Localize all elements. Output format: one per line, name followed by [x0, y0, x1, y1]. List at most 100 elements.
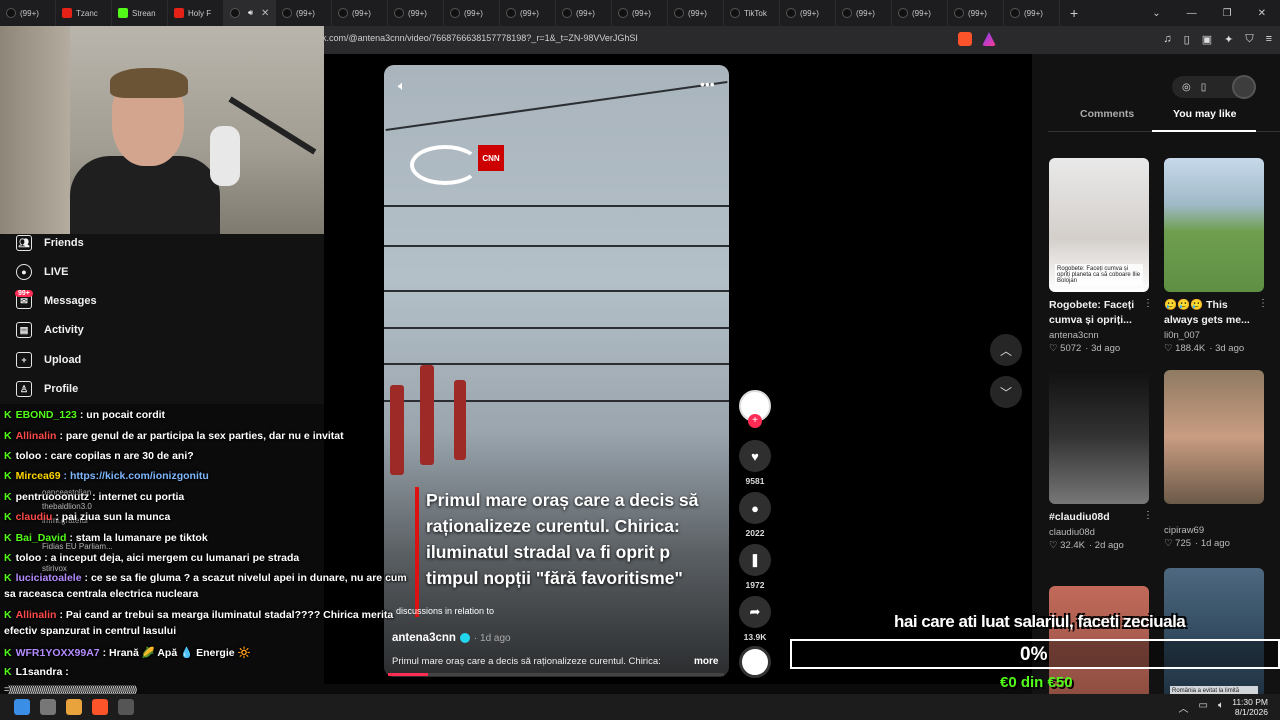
- music-disc-icon[interactable]: [739, 646, 771, 678]
- card-author[interactable]: antena3cnn: [1049, 330, 1149, 341]
- brave-browser-icon[interactable]: [92, 699, 108, 715]
- tab-you-may-like[interactable]: You may like: [1173, 108, 1236, 120]
- browser-tab[interactable]: (99+): [1004, 0, 1060, 26]
- chat-username[interactable]: toloo: [16, 450, 42, 462]
- chat-username[interactable]: luciciatoalele: [16, 572, 82, 584]
- chat-username[interactable]: Allinalin: [16, 609, 57, 621]
- card-menu-icon[interactable]: ⋮: [1258, 298, 1268, 309]
- tab-comments[interactable]: Comments: [1080, 108, 1134, 120]
- video-progress-bar[interactable]: [388, 673, 724, 676]
- tab-search-icon[interactable]: ⌄: [1152, 8, 1160, 19]
- media-icon[interactable]: ♫: [1163, 33, 1171, 46]
- new-tab-button[interactable]: +: [1060, 5, 1088, 21]
- more-options-icon[interactable]: •••: [700, 76, 715, 92]
- leo-ai-icon[interactable]: ✦: [1224, 33, 1233, 46]
- browser-tab[interactable]: (99+): [500, 0, 556, 26]
- chat-username[interactable]: EBOND_123: [16, 409, 77, 421]
- chat-username[interactable]: WFR1YOXX99A7: [16, 647, 100, 659]
- video-thumbnail[interactable]: [1164, 370, 1264, 504]
- card-author[interactable]: li0n_007: [1164, 330, 1264, 341]
- chat-username[interactable]: L1sandra: [16, 666, 63, 678]
- network-icon[interactable]: ▭: [1199, 700, 1208, 715]
- close-window-icon[interactable]: ✕: [1258, 8, 1266, 19]
- browser-tab[interactable]: (99+): [612, 0, 668, 26]
- chat-username[interactable]: Mircea69: [16, 470, 61, 482]
- recommended-video-card[interactable]: Rogobete: Faceți cumva și opriți planeta…: [1049, 158, 1153, 354]
- video-author[interactable]: antena3cnn · 1d ago: [392, 632, 511, 644]
- recommended-video-card[interactable]: #claudiu08d ⋮ claudiu08d ♡ 32.4K · 2d ago: [1049, 370, 1153, 551]
- browser-tab[interactable]: (99+): [388, 0, 444, 26]
- menu-icon[interactable]: ≡: [1266, 33, 1272, 46]
- chat-username[interactable]: Allinalin: [16, 430, 57, 442]
- mute-icon[interactable]: 🔈︎: [398, 78, 406, 94]
- sidebar-item-live[interactable]: ● LIVE: [16, 264, 68, 280]
- share-button[interactable]: ➦: [739, 596, 771, 628]
- search-icon[interactable]: [40, 699, 56, 715]
- sidebar-icon[interactable]: ▯: [1184, 33, 1190, 46]
- browser-tab[interactable]: (99+): [556, 0, 612, 26]
- browser-tab[interactable]: (99+): [0, 0, 56, 26]
- brave-rewards-icon[interactable]: [982, 32, 996, 46]
- card-author[interactable]: cipiraw69: [1164, 525, 1264, 536]
- comment-button[interactable]: ●: [739, 492, 771, 524]
- card-title[interactable]: 🥲🥲🥲 This always gets me...: [1164, 298, 1264, 328]
- card-menu-icon[interactable]: ⋮: [1143, 298, 1153, 309]
- more-button[interactable]: more: [694, 656, 718, 667]
- chat-username[interactable]: Bai_David: [16, 532, 67, 544]
- author-name[interactable]: antena3cnn: [392, 632, 456, 644]
- browser-tab[interactable]: TikTok: [724, 0, 780, 26]
- sidebar-item-upload[interactable]: + Upload: [16, 352, 81, 368]
- card-author[interactable]: claudiu08d: [1049, 527, 1149, 538]
- follow-plus-icon[interactable]: +: [748, 414, 762, 428]
- browser-tab[interactable]: Holy F: [168, 0, 224, 26]
- browser-tab[interactable]: (99+): [276, 0, 332, 26]
- card-menu-icon[interactable]: ⋮: [1143, 510, 1153, 521]
- chat-username[interactable]: claudiu: [16, 511, 53, 523]
- previous-video-button[interactable]: ︿: [990, 334, 1022, 366]
- recommended-video-card[interactable]: 🥲🥲🥲 This always gets me... ⋮ li0n_007 ♡ 188…: [1164, 158, 1268, 354]
- obs-icon[interactable]: [118, 699, 134, 715]
- close-tab-icon[interactable]: ✕: [261, 8, 269, 19]
- donation-message: hai care ati luat salariul, faceti zeciu…: [894, 612, 1186, 631]
- user-avatar[interactable]: [1232, 75, 1256, 99]
- start-icon[interactable]: [14, 699, 30, 715]
- video-thumbnail[interactable]: [1164, 158, 1264, 292]
- browser-tab[interactable]: (99+): [948, 0, 1004, 26]
- device-icon[interactable]: ▯: [1201, 82, 1207, 93]
- chat-username[interactable]: toloo: [16, 552, 42, 564]
- browser-tab[interactable]: (99+): [332, 0, 388, 26]
- compass-icon[interactable]: ◎: [1182, 82, 1191, 93]
- file-explorer-icon[interactable]: [66, 699, 82, 715]
- video-thumbnail[interactable]: [1049, 370, 1149, 504]
- minimize-icon[interactable]: —: [1187, 8, 1197, 19]
- sidebar-item-friends[interactable]: 👥︎ Friends: [16, 235, 84, 251]
- browser-tab[interactable]: (99+): [668, 0, 724, 26]
- browser-tab[interactable]: (99+): [836, 0, 892, 26]
- system-clock[interactable]: 11:30 PM 8/1/2026: [1232, 697, 1268, 717]
- vpn-shield-icon[interactable]: ⛉: [1245, 33, 1253, 46]
- maximize-icon[interactable]: ❐: [1223, 8, 1232, 19]
- recommended-video-card[interactable]: cipiraw69 ♡ 725 · 1d ago: [1164, 370, 1264, 549]
- volume-icon[interactable]: 🔈︎: [1218, 700, 1224, 715]
- browser-tab[interactable]: (99+): [780, 0, 836, 26]
- video-thumbnail[interactable]: Rogobete: Faceți cumva și opriți planeta…: [1049, 158, 1149, 292]
- browser-tab[interactable]: Strean: [112, 0, 168, 26]
- brave-shields-icon[interactable]: [958, 32, 972, 46]
- chat-username[interactable]: pentruooonutz: [16, 491, 89, 503]
- browser-tab[interactable]: 🔊︎ ✕: [224, 0, 276, 26]
- like-button[interactable]: ♥: [739, 440, 771, 472]
- tab-audio-icon[interactable]: 🔊︎: [248, 8, 253, 18]
- save-button[interactable]: ❚: [739, 544, 771, 576]
- sidebar-item-profile[interactable]: ♙ Profile: [16, 381, 78, 397]
- card-title[interactable]: Rogobete: Faceți cumva și opriți...: [1049, 298, 1149, 328]
- browser-tab[interactable]: Tzanc: [56, 0, 112, 26]
- chevron-up-icon[interactable]: ︿: [1179, 700, 1189, 715]
- sidebar-item-activity[interactable]: ▤ Activity: [16, 322, 84, 338]
- browser-tab[interactable]: (99+): [444, 0, 500, 26]
- wallet-icon[interactable]: ▣: [1202, 33, 1212, 46]
- url-field[interactable]: k.com/@antena3cnn/video/7668766638157778…: [322, 33, 638, 43]
- next-video-button[interactable]: ﹀: [990, 376, 1022, 408]
- card-title[interactable]: #claudiu08d: [1049, 510, 1149, 525]
- browser-tab[interactable]: (99+): [892, 0, 948, 26]
- sidebar-item-messages[interactable]: ✉︎ 99+ Messages: [15, 290, 97, 309]
